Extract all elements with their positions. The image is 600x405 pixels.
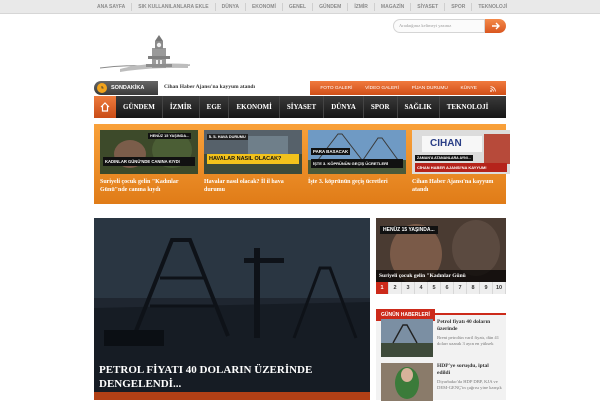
featured-title[interactable]: Havalar nasıl olacak? İl il hava durumu (204, 178, 302, 194)
pager-button[interactable]: 10 (493, 282, 506, 294)
main-nav-item[interactable]: İZMİR (163, 96, 200, 118)
main-nav-item[interactable]: GÜNDEM (116, 96, 163, 118)
news-title[interactable]: Petrol fiyatı 40 doların üzerinde (437, 319, 503, 332)
featured-card[interactable]: HENÜZ 15 YAŞINDA... KADINLAR GÜNÜ'NDE CA… (100, 130, 198, 206)
main-nav-item[interactable]: DÜNYA (324, 96, 364, 118)
thumb-tag: ZAMAN'A ATANANLARA AYNI... (415, 155, 473, 161)
arrow-right-icon (491, 22, 500, 30)
quick-link[interactable]: FOTO GALERİ (320, 86, 352, 91)
main-nav-item[interactable]: SPOR (364, 96, 398, 118)
top-nav-item[interactable]: SPOR (445, 3, 473, 11)
featured-thumbnail: PARA BASACAK İŞTE 3. KÖPRÜNÜN GEÇİŞ ÜCRE… (308, 130, 406, 174)
featured-thumbnail: HENÜZ 15 YAŞINDA... KADINLAR GÜNÜ'NDE CA… (100, 130, 198, 174)
pager-button[interactable]: 2 (389, 282, 402, 294)
pager-button[interactable]: 7 (454, 282, 467, 294)
top-nav-item[interactable]: EKONOMİ (246, 3, 283, 11)
top-nav-item[interactable]: TEKNOLOJİ (472, 3, 513, 11)
thumb-tag: PARA BASACAK (311, 148, 351, 155)
home-icon (100, 102, 110, 112)
thumb-caption: CİHAN HABER AJANSI'NA KAYYUM! (415, 163, 507, 172)
news-thumbnail (381, 319, 433, 357)
featured-card[interactable]: CIHAN ZAMAN'A ATANANLARA AYNI... CİHAN H… (412, 130, 510, 206)
news-item[interactable]: Petrol fiyatı 40 doların üzerinde Brent … (379, 317, 505, 361)
thumb-caption: HAVALAR NASIL OLACAK? (207, 154, 299, 164)
top-nav-item[interactable]: GENEL (283, 3, 314, 11)
main-nav-item[interactable]: EKONOMİ (229, 96, 280, 118)
pager-button[interactable]: 5 (428, 282, 441, 294)
home-button[interactable] (94, 96, 116, 118)
featured-title[interactable]: Suriyeli çocuk gelin "Kadınlar Günü"nde … (100, 178, 198, 194)
breaking-label: SONDAKİKA (94, 81, 158, 95)
pager-button[interactable]: 6 (441, 282, 454, 294)
quick-link[interactable]: KÜNYE (460, 86, 477, 91)
pager-button[interactable]: 9 (480, 282, 493, 294)
main-nav-item[interactable]: EGE (200, 96, 230, 118)
top-nav-item[interactable]: SİYASET (411, 3, 446, 11)
breaking-label-text: SONDAKİKA (111, 85, 145, 91)
hero-date-strip (94, 392, 370, 400)
pager-button[interactable]: 8 (467, 282, 480, 294)
featured-title[interactable]: İşte 3. köprünün geçiş ücretleri (308, 178, 406, 186)
side-slider-pager: 1 2 3 4 5 6 7 8 9 10 (376, 282, 506, 294)
news-summary: Brent petrolün varil fiyatı, dün 41 dola… (437, 335, 500, 346)
top-nav-item[interactable]: MAGAZİN (375, 3, 412, 11)
clock-icon (97, 83, 107, 93)
search-input[interactable]: Aradaığınız kelimeyi yazınız (393, 19, 485, 33)
news-summary: Diyarbakır'da HDP DBP, KJA ve DEM-GENÇ'i… (437, 379, 502, 390)
quick-link[interactable]: VİDEO GALERİ (365, 86, 399, 91)
top-nav-item[interactable]: İZMİR (348, 3, 375, 11)
top-utility-bar: ANA SAYFA SIK KULLANILANLARA EKLE DÜNYA … (0, 0, 600, 14)
search-box: Aradaığınız kelimeyi yazınız (393, 19, 506, 33)
breaking-bar: SONDAKİKA Cihan Haber Ajansı'na kayyum a… (94, 81, 506, 95)
daily-news-box: GÜNÜN HABERLERİ Petrol fiyatı 40 doların… (376, 303, 506, 401)
thumb-caption: KADINLAR GÜNÜ'NDE CANINA KIYDI (103, 157, 195, 166)
side-slider[interactable]: HENÜZ 15 YAŞINDA... Suriyeli çocuk gelin… (376, 218, 506, 292)
thumb-logo-text: CIHAN (430, 138, 462, 149)
thumb-tag: İL İL HAVA DURUMU (207, 134, 248, 140)
featured-strip: HENÜZ 15 YAŞINDA... KADINLAR GÜNÜ'NDE CA… (94, 124, 510, 206)
hero-title[interactable]: PETROL FİYATI 40 DOLARIN ÜZERİNDE DENGEL… (99, 363, 349, 391)
top-nav-item[interactable]: DÜNYA (216, 3, 246, 11)
side-slider-tag: HENÜZ 15 YAŞINDA... (380, 226, 438, 234)
top-nav: ANA SAYFA SIK KULLANILANLARA EKLE DÜNYA … (91, 0, 513, 14)
top-nav-item[interactable]: ANA SAYFA (91, 3, 133, 11)
pager-button[interactable]: 4 (415, 282, 428, 294)
news-thumbnail (381, 363, 433, 401)
main-nav: GÜNDEM İZMİR EGE EKONOMİ SİYASET DÜNYA S… (94, 96, 506, 118)
breaking-headline[interactable]: Cihan Haber Ajansı'na kayyum atandı (164, 84, 255, 90)
clock-tower-logo-icon (99, 35, 191, 72)
quick-link[interactable]: PİJAN DURUMU (412, 86, 448, 91)
hero-slider[interactable]: PETROL FİYATI 40 DOLARIN ÜZERİNDE DENGEL… (94, 218, 370, 400)
site-logo[interactable] (99, 34, 191, 74)
main-nav-item[interactable]: SİYASET (280, 96, 325, 118)
news-item[interactable]: HDP'ye soruşdu, iptal edildi Diyarbakır'… (379, 361, 505, 405)
search-button[interactable] (485, 19, 506, 33)
thumb-caption: İŞTE 3. KÖPRÜNÜN GEÇİŞ ÜCRETLERİ (311, 159, 403, 168)
main-nav-item[interactable]: TEKNOLOJİ (440, 96, 496, 118)
featured-thumbnail: İL İL HAVA DURUMU HAVALAR NASIL OLACAK? (204, 130, 302, 174)
top-nav-item[interactable]: GÜNDEM (313, 3, 349, 11)
featured-title[interactable]: Cihan Haber Ajansı'na kayyum atandı (412, 178, 510, 194)
news-box-header: GÜNÜN HABERLERİ (376, 303, 506, 321)
top-nav-item[interactable]: SIK KULLANILANLARA EKLE (132, 3, 216, 11)
pager-button[interactable]: 3 (402, 282, 415, 294)
featured-thumbnail: CIHAN ZAMAN'A ATANANLARA AYNI... CİHAN H… (412, 130, 510, 174)
featured-card[interactable]: PARA BASACAK İŞTE 3. KÖPRÜNÜN GEÇİŞ ÜCRE… (308, 130, 406, 206)
thumb-tag: HENÜZ 15 YAŞINDA... (148, 133, 192, 139)
news-title[interactable]: HDP'ye soruşdu, iptal edildi (437, 363, 503, 376)
quick-links: FOTO GALERİ VİDEO GALERİ PİJAN DURUMU KÜ… (310, 81, 506, 95)
featured-card[interactable]: İL İL HAVA DURUMU HAVALAR NASIL OLACAK? … (204, 130, 302, 206)
main-nav-item[interactable]: SAĞLIK (398, 96, 440, 118)
rss-icon[interactable] (489, 79, 496, 97)
pager-button[interactable]: 1 (376, 282, 389, 294)
